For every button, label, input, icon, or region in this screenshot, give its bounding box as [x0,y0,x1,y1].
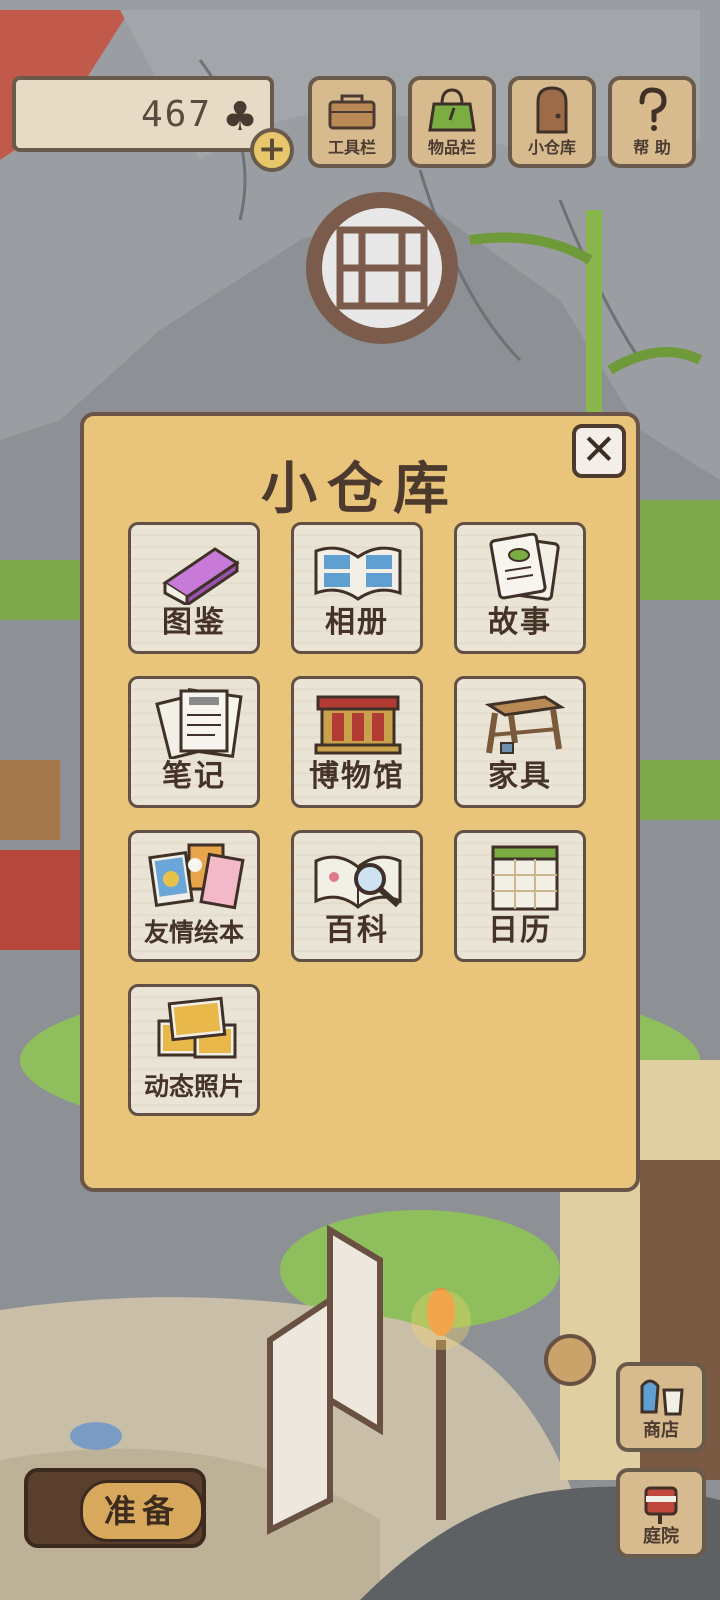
tile-label: 家具 [488,759,552,794]
question-icon [639,87,667,131]
tile-label: 动态照片 [143,1072,244,1101]
help-button[interactable]: 帮 助 [608,76,696,168]
notes-icon [155,687,243,759]
inventory-button[interactable]: 物品栏 [408,76,496,168]
tile-calendar[interactable]: 日历 [454,830,586,962]
tile-encyclopedia-book[interactable]: 图鉴 [128,522,260,654]
mailbox-icon [644,1486,678,1524]
tile-label: 日历 [488,913,552,948]
clover-counter: 467 ♣ [12,76,274,152]
yard-button[interactable]: 庭院 [616,1468,706,1558]
tile-notes[interactable]: 笔记 [128,676,260,808]
tile-label: 友情绘本 [143,918,244,947]
tile-friendship-book[interactable]: 友情绘本 [128,830,260,962]
toolbox-label: 工具栏 [327,138,376,157]
encyclopedia-icon [314,855,402,909]
furniture-icon [484,695,566,754]
calendar-icon [491,845,559,911]
tile-label: 博物馆 [309,759,405,794]
shop-icon [640,1379,684,1416]
tile-label: 百科 [325,913,389,948]
door-icon [536,86,568,134]
prepare-label: 准备 [80,1480,204,1542]
tile-museum[interactable]: 博物馆 [291,676,423,808]
bag-icon [428,88,476,132]
inventory-label: 物品栏 [427,138,476,157]
panel-title: 小仓库 [261,457,459,522]
help-label: 帮 助 [633,138,671,157]
clover-icon: ♣ [222,94,258,140]
tile-furniture[interactable]: 家具 [454,676,586,808]
album-icon [314,546,402,601]
prepare-button[interactable]: 准备 [24,1468,206,1548]
storage-panel: 小仓库 图鉴 相册 故事 笔记 博物馆 家具 友情绘本 百科 日历 动态照片 [80,412,640,1192]
tile-album[interactable]: 相册 [291,522,423,654]
storage-button[interactable]: 小仓库 [508,76,596,168]
shop-label: 商店 [643,1420,679,1441]
tile-story[interactable]: 故事 [454,522,586,654]
tile-label: 故事 [488,605,552,640]
plus-icon: + [257,129,287,169]
tile-encyclopedia[interactable]: 百科 [291,830,423,962]
add-clover-button[interactable]: + [250,128,294,172]
toolbox-icon [328,94,376,130]
close-button[interactable]: ✕ [572,424,626,478]
tile-label: 图鉴 [162,605,226,640]
tile-label: 笔记 [162,759,226,794]
yard-label: 庭院 [643,1526,679,1547]
museum-icon [314,695,402,755]
book-icon [162,547,240,605]
live-photos-icon [157,996,237,1059]
clover-count: 467 [140,94,212,135]
shop-button[interactable]: 商店 [616,1362,706,1452]
close-icon: ✕ [581,425,617,474]
tile-label: 相册 [325,605,389,640]
friendship-book-icon [148,843,245,910]
tile-live-photos[interactable]: 动态照片 [128,984,260,1116]
toolbox-button[interactable]: 工具栏 [308,76,396,168]
story-cards-icon [489,533,560,601]
storage-label: 小仓库 [527,138,576,157]
